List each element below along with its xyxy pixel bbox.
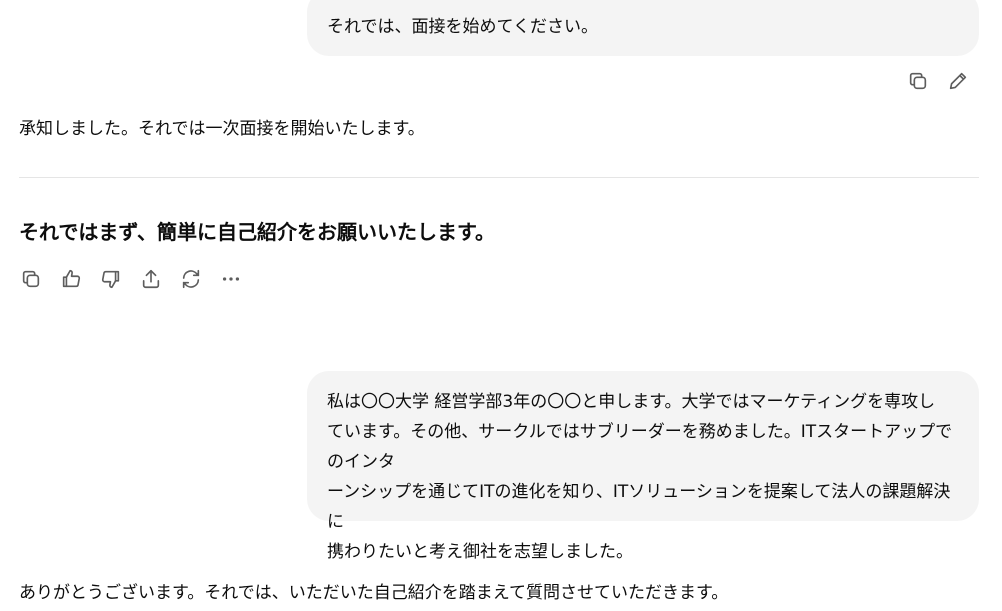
thumbs-down-icon[interactable] [99, 267, 123, 291]
assistant-followup-text: ありがとうございます。それでは、いただいた自己紹介を踏まえて質問させていただきま… [19, 583, 729, 603]
assistant-question-text: それではまず、簡単に自己紹介をお願いいたします。 [19, 220, 495, 244]
user-message-line: 携わりたいと考え御社を志望しました。 [327, 542, 633, 562]
user-message-line: 私は〇〇大学 経営学部3年の〇〇と申します。大学ではマーケティングを専攻し [327, 392, 936, 412]
user-message-text: それでは、面接を始めてください。 [327, 17, 598, 37]
edit-icon[interactable] [946, 69, 970, 93]
user-message-bubble: それでは、面接を始めてください。 [307, 0, 979, 56]
copy-icon[interactable] [19, 267, 43, 291]
user-message-bubble: 私は〇〇大学 経営学部3年の〇〇と申します。大学ではマーケティングを専攻し てい… [307, 371, 979, 562]
user-message-line: ています。その他、サークルではサブリーダーを務めました。ITスタートアップでのイ… [327, 422, 953, 472]
thumbs-up-icon[interactable] [59, 267, 83, 291]
more-icon[interactable] [219, 267, 243, 291]
regenerate-icon[interactable] [179, 267, 203, 291]
copy-icon[interactable] [906, 69, 930, 93]
section-divider [19, 177, 979, 178]
share-icon[interactable] [139, 267, 163, 291]
assistant-ack-text: 承知しました。それでは一次面接を開始いたします。 [19, 119, 425, 139]
user-message-line: ーンシップを通じてITの進化を知り、ITソリューションを提案して法人の課題解決に [327, 482, 951, 532]
assistant-message-actions [19, 267, 243, 291]
user-message-actions [906, 69, 970, 93]
